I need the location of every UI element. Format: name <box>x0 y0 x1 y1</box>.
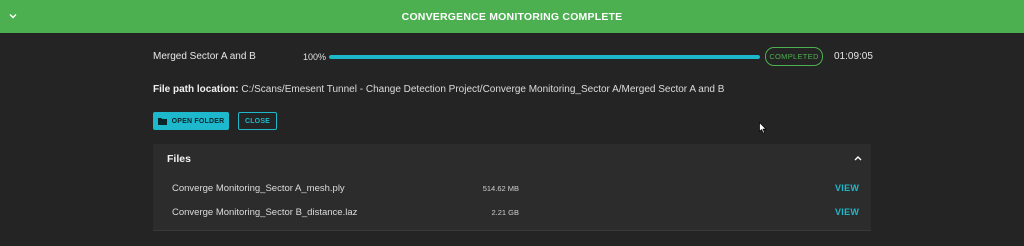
file-path-value: C:/Scans/Emesent Tunnel - Change Detecti… <box>241 84 725 95</box>
job-name: Merged Sector A and B <box>153 51 256 62</box>
files-title: Files <box>167 153 191 165</box>
file-path: File path location: C:/Scans/Emesent Tun… <box>153 84 724 95</box>
chevron-up-icon[interactable] <box>853 155 863 162</box>
files-panel: Files Converge Monitoring_Sector A_mesh.… <box>153 144 871 231</box>
file-size: 2.21 GB <box>491 208 519 217</box>
close-button[interactable]: CLOSE <box>238 112 277 130</box>
completion-banner: CONVERGENCE MONITORING COMPLETE <box>0 0 1024 33</box>
progress-percent: 100% <box>303 52 327 62</box>
view-file-button[interactable]: VIEW <box>835 183 859 193</box>
folder-icon <box>157 118 167 125</box>
chevron-down-icon[interactable] <box>8 11 18 21</box>
file-name: Converge Monitoring_Sector B_distance.la… <box>172 207 358 218</box>
progress-fill <box>329 55 760 59</box>
open-folder-button[interactable]: OPEN FOLDER <box>153 112 229 130</box>
file-size: 514.62 MB <box>482 184 519 193</box>
progress-bar <box>329 55 760 59</box>
banner-title: CONVERGENCE MONITORING COMPLETE <box>401 10 623 23</box>
mouse-cursor-icon <box>759 122 767 134</box>
file-name: Converge Monitoring_Sector A_mesh.ply <box>172 183 345 194</box>
status-badge: COMPLETED <box>765 47 823 66</box>
open-folder-label: OPEN FOLDER <box>171 117 225 125</box>
elapsed-time: 01:09:05 <box>834 51 873 62</box>
view-file-button[interactable]: VIEW <box>835 207 859 217</box>
close-label: CLOSE <box>244 117 271 125</box>
file-row: Converge Monitoring_Sector B_distance.la… <box>153 203 871 223</box>
file-path-label: File path location: <box>153 84 239 95</box>
file-row: Converge Monitoring_Sector A_mesh.ply 51… <box>153 179 871 199</box>
